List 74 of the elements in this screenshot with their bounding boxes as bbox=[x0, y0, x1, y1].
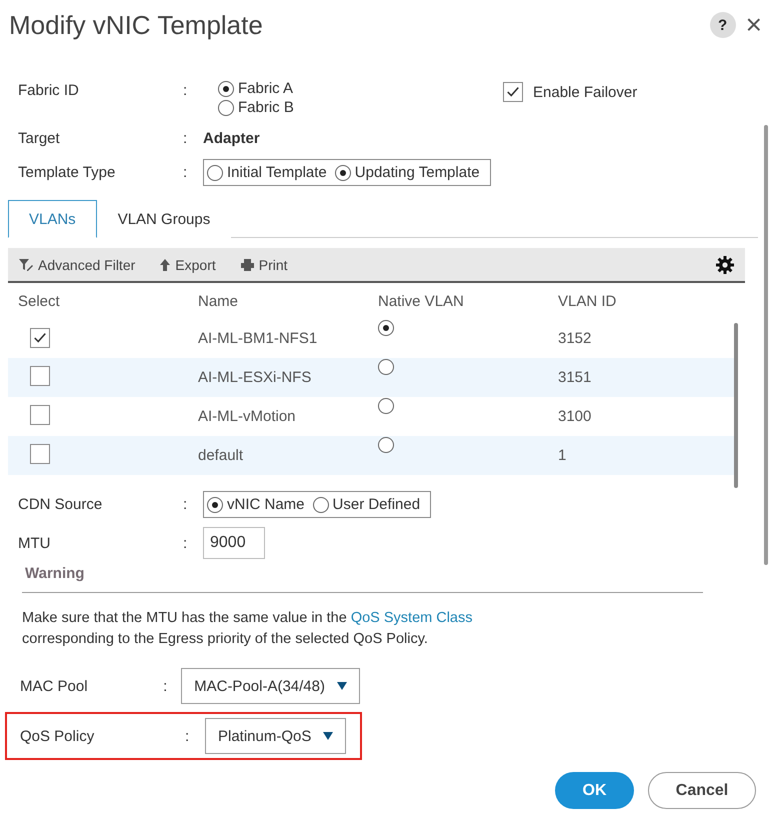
field-label: MAC Pool bbox=[20, 678, 89, 694]
dropdown[interactable]: Platinum-QoS bbox=[205, 718, 346, 754]
table-cell: AI-ML-BM1-NFS1 bbox=[198, 330, 318, 347]
close-button[interactable]: × bbox=[746, 12, 762, 38]
table-cell: AI-ML-ESXi-NFS bbox=[198, 369, 312, 386]
table-cell: AI-ML-vMotion bbox=[198, 408, 296, 425]
native-vlan-radio[interactable] bbox=[378, 358, 394, 374]
dropdown-value: MAC-Pool-A(34/48) bbox=[194, 678, 325, 694]
checkbox-label: Enable Failover bbox=[533, 84, 638, 100]
field-label: Target bbox=[18, 130, 61, 147]
table-cell: default bbox=[198, 447, 244, 464]
colon: : bbox=[163, 678, 168, 694]
radio-label: Initial Template bbox=[227, 164, 327, 181]
colon: : bbox=[183, 130, 188, 147]
field-label: CDN Source bbox=[18, 496, 104, 513]
radio-label: Fabric A bbox=[238, 80, 294, 97]
colon: : bbox=[183, 164, 188, 181]
radio-button[interactable] bbox=[334, 164, 351, 180]
row-checkbox[interactable] bbox=[30, 328, 50, 348]
field-label: QoS Policy bbox=[20, 728, 96, 744]
scrollbar[interactable] bbox=[734, 323, 738, 488]
native-vlan-radio[interactable] bbox=[378, 320, 394, 336]
help-button[interactable]: ? bbox=[710, 12, 736, 38]
field-label: Template Type bbox=[18, 164, 116, 181]
warning-text: Make sure that the MTU has the same value in the QoS System Class corresponding to the Egress priority of the selected QoS Policy. bbox=[22, 609, 474, 649]
colon: : bbox=[185, 728, 190, 744]
checkbox[interactable] bbox=[503, 82, 523, 102]
mtu-field[interactable]: 9000 bbox=[203, 527, 265, 559]
table-cell: 3100 bbox=[558, 408, 592, 425]
radio-label: Updating Template bbox=[354, 164, 480, 181]
cancel-button[interactable]: Cancel bbox=[648, 772, 756, 809]
settings-icon[interactable] bbox=[715, 254, 735, 274]
colon: : bbox=[183, 534, 188, 552]
radio-button[interactable] bbox=[207, 164, 223, 180]
column-header: Name bbox=[198, 292, 240, 310]
checkmark-icon bbox=[506, 85, 520, 99]
table-cell: 3152 bbox=[558, 330, 592, 347]
row-checkbox[interactable] bbox=[30, 444, 50, 464]
filter-icon bbox=[18, 258, 34, 272]
toolbar-button[interactable]: Print bbox=[240, 256, 288, 272]
caret-icon bbox=[337, 682, 347, 690]
radio-button[interactable] bbox=[312, 496, 329, 512]
radio-button[interactable] bbox=[218, 100, 234, 116]
scrollbar[interactable] bbox=[764, 125, 768, 565]
dialog-title: Modify vNIC Template bbox=[9, 10, 264, 40]
qos-system-class-link[interactable]: QoS System Class bbox=[350, 610, 472, 626]
tab[interactable]: VLANs bbox=[8, 200, 97, 238]
row-checkbox[interactable] bbox=[30, 404, 50, 424]
warning-title: Warning bbox=[24, 565, 86, 582]
column-header: Select bbox=[17, 292, 61, 310]
toolbar-button[interactable]: Advanced Filter bbox=[18, 256, 136, 272]
radio-label: Fabric B bbox=[238, 99, 294, 116]
field-label: MTU bbox=[18, 534, 52, 552]
dropdown[interactable]: MAC-Pool-A(34/48) bbox=[181, 668, 360, 704]
radio-button[interactable] bbox=[218, 80, 234, 96]
table-cell: 3151 bbox=[558, 369, 592, 386]
column-header: Native VLAN bbox=[378, 292, 465, 310]
table-cell: 1 bbox=[558, 447, 566, 464]
colon: : bbox=[183, 82, 188, 99]
radio-button[interactable] bbox=[207, 496, 223, 512]
dropdown-value: Platinum-QoS bbox=[218, 728, 312, 744]
column-header: VLAN ID bbox=[558, 292, 618, 310]
radio-label: User Defined bbox=[332, 496, 420, 513]
checkmark-icon bbox=[33, 331, 47, 345]
toolbar-button[interactable]: Export bbox=[159, 256, 216, 272]
native-vlan-radio[interactable] bbox=[378, 436, 394, 452]
native-vlan-radio[interactable] bbox=[378, 398, 394, 414]
target-value: Adapter bbox=[202, 130, 260, 147]
radio-label: vNIC Name bbox=[227, 496, 305, 513]
arrow-up-icon bbox=[159, 258, 172, 272]
caret-icon bbox=[323, 732, 334, 740]
colon: : bbox=[183, 496, 188, 513]
field-label: Fabric ID bbox=[18, 82, 80, 99]
row-checkbox[interactable] bbox=[30, 366, 50, 386]
